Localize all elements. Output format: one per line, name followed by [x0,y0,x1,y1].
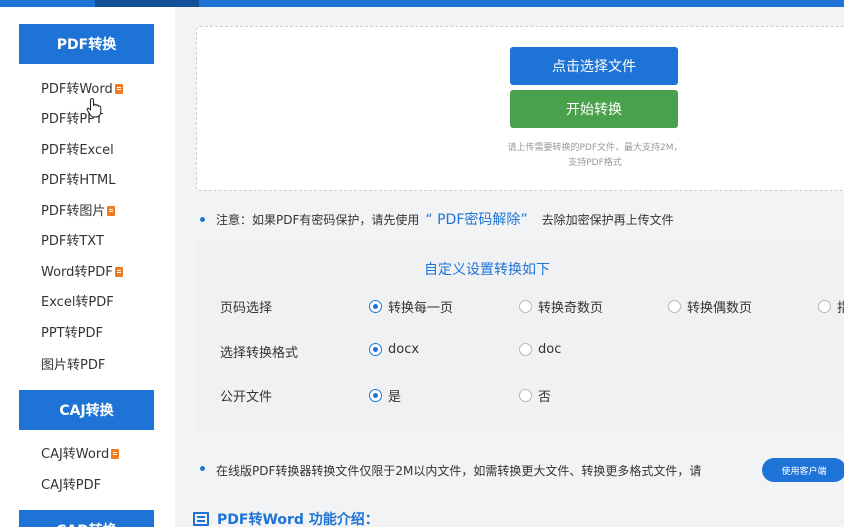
sidebar-header-pdf[interactable]: PDF转换 [19,24,154,64]
sidebar-item-pdf-to-excel[interactable]: PDF转Excel [41,141,114,161]
pdf-unlock-link[interactable]: “ PDF密码解除” [425,209,527,229]
sidebar-item-caj-to-pdf[interactable]: CAJ转PDF [41,476,101,496]
size-limit-note: 在线版PDF转换器转换文件仅限于2M以内文件，如需转换更大文件、转换更多格式文件… [200,462,701,479]
feature-intro-heading: PDF转Word 功能介绍： [193,509,379,527]
radio-icon[interactable] [519,300,532,313]
radio-icon[interactable] [519,343,532,356]
notice-suffix: 去除加密保护再上传文件 [541,213,674,227]
radio-selected-icon[interactable] [369,389,382,402]
sidebar-item-pdf-to-txt[interactable]: PDF转TXT [41,232,104,252]
radio-selected-icon[interactable] [369,300,382,313]
sidebar-item-caj-to-word[interactable]: CAJ转Word [41,445,120,465]
radio-format-docx[interactable]: docx [369,342,419,357]
radio-public-no[interactable]: 否 [519,386,551,405]
radio-convert-every-page[interactable]: 转换每一页 [369,297,453,316]
upload-tip-line1: 请上传需要转换的PDF文件，最大支持2M， [507,143,683,153]
radio-icon[interactable] [519,389,532,402]
radio-convert-odd-pages[interactable]: 转换奇数页 [519,297,603,316]
hot-badge-icon [111,449,120,459]
radio-selected-icon[interactable] [369,343,382,356]
sidebar-item-excel-to-pdf[interactable]: Excel转PDF [41,293,114,313]
password-notice: 注意：如果PDF有密码保护，请先使用 “ PDF密码解除” 去除加密保护再上传文… [200,209,674,229]
format-selection-label: 选择转换格式 [220,346,299,361]
document-icon [193,512,209,526]
radio-public-yes[interactable]: 是 [369,386,401,405]
sidebar-item-pdf-to-image[interactable]: PDF转图片 [41,202,116,222]
notice-prefix: 注意：如果PDF有密码保护，请先使用 [216,213,420,227]
bullet-icon [200,466,205,471]
radio-convert-specified-pages[interactable]: 指 [818,297,844,316]
sidebar-header-caj[interactable]: CAJ转换 [19,390,154,430]
page-selection-label: 页码选择 [220,301,273,316]
sidebar-item-ppt-to-pdf[interactable]: PPT转PDF [41,324,103,344]
hot-badge-icon [114,267,123,277]
settings-title: 自定义设置转换如下 [424,262,550,278]
sidebar-item-image-to-pdf[interactable]: 图片转PDF [41,356,105,376]
sidebar-item-word-to-pdf[interactable]: Word转PDF [41,263,123,283]
hand-cursor-icon [86,98,102,118]
select-file-button[interactable]: 点击选择文件 [510,47,678,85]
public-file-label: 公开文件 [220,390,273,405]
radio-convert-even-pages[interactable]: 转换偶数页 [668,297,752,316]
top-nav-active-tab[interactable] [95,0,199,7]
hot-badge-icon [114,84,123,94]
start-convert-button[interactable]: 开始转换 [510,90,678,128]
use-client-button[interactable]: 使用客户端 [762,458,844,482]
radio-format-doc[interactable]: doc [519,342,561,357]
sidebar-item-pdf-to-word[interactable]: PDF转Word [41,80,123,100]
hot-badge-icon [107,206,116,216]
feature-intro-title: PDF转Word 功能介绍： [217,512,379,527]
bullet-icon [200,217,205,222]
sidebar-header-cad[interactable]: CAD转换 [19,510,154,527]
upload-tip-line2: 支持PDF格式 [568,158,622,168]
sidebar-item-pdf-to-html[interactable]: PDF转HTML [41,171,116,191]
radio-icon[interactable] [818,300,831,313]
radio-icon[interactable] [668,300,681,313]
size-limit-text: 在线版PDF转换器转换文件仅限于2M以内文件，如需转换更大文件、转换更多格式文件… [216,464,702,478]
